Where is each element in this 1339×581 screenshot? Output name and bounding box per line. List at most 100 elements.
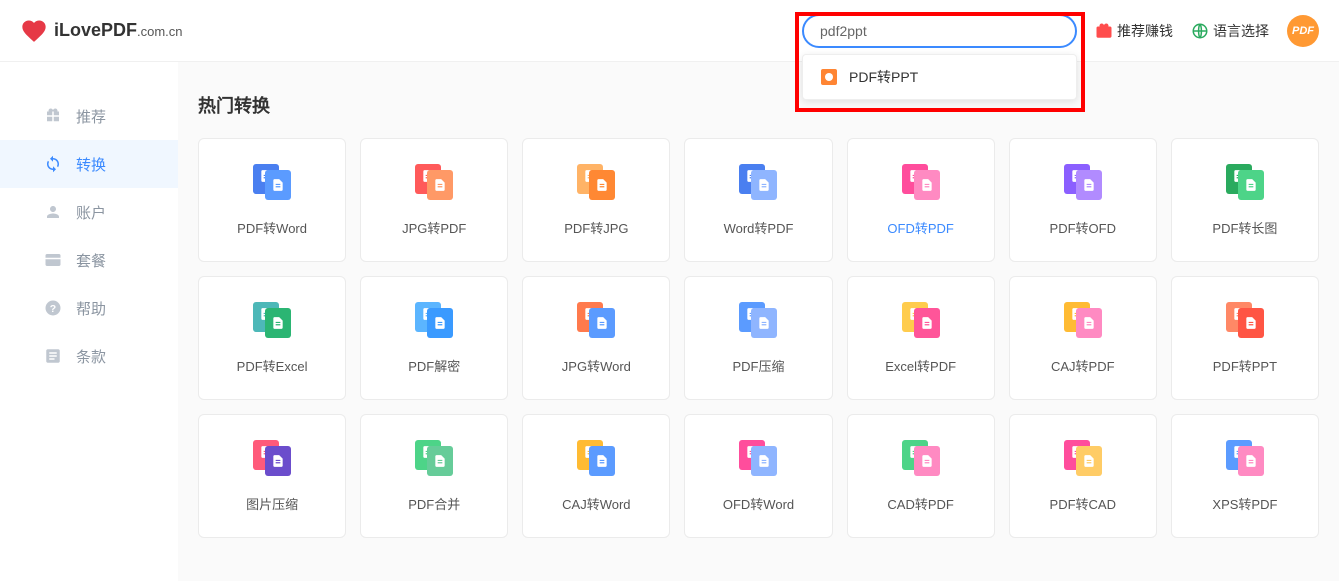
tool-label: PDF转Excel <box>237 356 308 375</box>
tool-icon <box>736 302 780 338</box>
package-icon <box>44 251 62 269</box>
tool-label: Excel转PDF <box>885 356 956 375</box>
tool-card[interactable]: PDF转Word <box>198 138 346 262</box>
sidebar-item-label: 转换 <box>76 154 106 175</box>
terms-icon <box>44 347 62 365</box>
sidebar-item-label: 套餐 <box>76 250 106 271</box>
ppt-icon <box>821 69 837 85</box>
tool-icon <box>1223 302 1267 338</box>
tool-icon <box>574 440 618 476</box>
tool-label: PDF合并 <box>408 494 460 513</box>
tool-card[interactable]: JPG转Word <box>522 276 670 400</box>
tool-icon <box>899 302 943 338</box>
tool-label: PDF转CAD <box>1050 494 1116 513</box>
header-right: PDF转PPT 推荐赚钱 语言选择 PDF <box>802 14 1319 48</box>
tool-label: CAJ转Word <box>562 494 630 513</box>
tool-label: OFD转PDF <box>887 218 953 237</box>
logo-domain: .com.cn <box>137 24 183 39</box>
logo[interactable]: iLovePDF.com.cn <box>20 17 183 45</box>
tool-icon <box>1223 164 1267 200</box>
tool-card[interactable]: PDF压缩 <box>684 276 832 400</box>
svg-text:?: ? <box>50 303 56 315</box>
tool-card[interactable]: OFD转PDF <box>847 138 995 262</box>
sidebar-item-account[interactable]: 账户 <box>0 188 178 236</box>
tool-label: XPS转PDF <box>1212 494 1277 513</box>
tool-card[interactable]: PDF转JPG <box>522 138 670 262</box>
sidebar-item-package[interactable]: 套餐 <box>0 236 178 284</box>
tool-card[interactable]: PDF转CAD <box>1009 414 1157 538</box>
sidebar-item-label: 帮助 <box>76 298 106 319</box>
recommend-earn-label: 推荐赚钱 <box>1117 21 1173 41</box>
help-icon: ? <box>44 299 62 317</box>
section-title: 热门转换 <box>198 92 1319 118</box>
pdf-badge[interactable]: PDF <box>1287 15 1319 47</box>
tool-icon <box>1061 440 1105 476</box>
tool-card[interactable]: 图片压缩 <box>198 414 346 538</box>
sidebar-item-recommend[interactable]: 推荐 <box>0 92 178 140</box>
tool-icon <box>250 440 294 476</box>
tool-label: 图片压缩 <box>246 494 298 513</box>
tool-label: JPG转Word <box>562 356 631 375</box>
tool-card[interactable]: Word转PDF <box>684 138 832 262</box>
tool-icon <box>736 164 780 200</box>
sidebar: 推荐 转换 账户 套餐 ? 帮助 条款 <box>0 62 178 581</box>
content: 热门转换 PDF转Word JPG转PDF PDF转JPG Word转PDF OFD转P… <box>178 62 1339 581</box>
tool-label: PDF转长图 <box>1212 218 1277 237</box>
tool-icon <box>250 164 294 200</box>
sidebar-item-help[interactable]: ? 帮助 <box>0 284 178 332</box>
tool-card[interactable]: CAJ转PDF <box>1009 276 1157 400</box>
sidebar-item-convert[interactable]: 转换 <box>0 140 178 188</box>
globe-icon <box>1191 22 1209 40</box>
sidebar-item-terms[interactable]: 条款 <box>0 332 178 380</box>
tool-card[interactable]: PDF转PPT <box>1171 276 1319 400</box>
tool-card[interactable]: Excel转PDF <box>847 276 995 400</box>
sidebar-item-label: 推荐 <box>76 106 106 127</box>
tool-label: PDF转OFD <box>1050 218 1116 237</box>
tool-card[interactable]: OFD转Word <box>684 414 832 538</box>
convert-icon <box>44 155 62 173</box>
tool-icon <box>1223 440 1267 476</box>
tool-card[interactable]: PDF合并 <box>360 414 508 538</box>
tool-card[interactable]: PDF转长图 <box>1171 138 1319 262</box>
tool-icon <box>574 164 618 200</box>
gift-icon <box>1095 22 1113 40</box>
tool-label: CAD转PDF <box>887 494 953 513</box>
search-suggestion-item[interactable]: PDF转PPT <box>803 55 1076 99</box>
header: iLovePDF.com.cn PDF转PPT 推荐赚钱 语言选择 PDF <box>0 0 1339 62</box>
tool-card[interactable]: PDF转Excel <box>198 276 346 400</box>
tool-label: PDF压缩 <box>732 356 784 375</box>
tool-label: PDF转JPG <box>564 218 628 237</box>
gift-icon <box>44 107 62 125</box>
tool-icon <box>899 440 943 476</box>
tool-card[interactable]: CAJ转Word <box>522 414 670 538</box>
language-label: 语言选择 <box>1213 21 1269 41</box>
tool-label: OFD转Word <box>723 494 794 513</box>
tool-label: PDF转PPT <box>1213 356 1277 375</box>
tool-icon <box>1061 302 1105 338</box>
tool-card[interactable]: CAD转PDF <box>847 414 995 538</box>
tool-card[interactable]: PDF转OFD <box>1009 138 1157 262</box>
tool-card[interactable]: JPG转PDF <box>360 138 508 262</box>
tool-card[interactable]: PDF解密 <box>360 276 508 400</box>
tool-label: CAJ转PDF <box>1051 356 1115 375</box>
tool-icon <box>1061 164 1105 200</box>
body: 推荐 转换 账户 套餐 ? 帮助 条款 热门转换 PDF转Word JPG转PDF… <box>0 62 1339 581</box>
sidebar-item-label: 账户 <box>76 202 106 223</box>
search-dropdown: PDF转PPT <box>802 54 1077 100</box>
tool-icon <box>250 302 294 338</box>
tool-icon <box>412 164 456 200</box>
tool-label: PDF解密 <box>408 356 460 375</box>
search-suggestion-label: PDF转PPT <box>849 67 918 87</box>
tool-icon <box>412 440 456 476</box>
language-select[interactable]: 语言选择 <box>1191 21 1269 41</box>
tool-icon <box>412 302 456 338</box>
search-input[interactable] <box>802 14 1077 48</box>
user-icon <box>44 203 62 221</box>
logo-text: iLovePDF <box>54 20 137 40</box>
tool-icon <box>736 440 780 476</box>
tool-card[interactable]: XPS转PDF <box>1171 414 1319 538</box>
sidebar-item-label: 条款 <box>76 346 106 367</box>
tool-label: Word转PDF <box>724 218 794 237</box>
tool-label: PDF转Word <box>237 218 307 237</box>
recommend-earn-link[interactable]: 推荐赚钱 <box>1095 21 1173 41</box>
